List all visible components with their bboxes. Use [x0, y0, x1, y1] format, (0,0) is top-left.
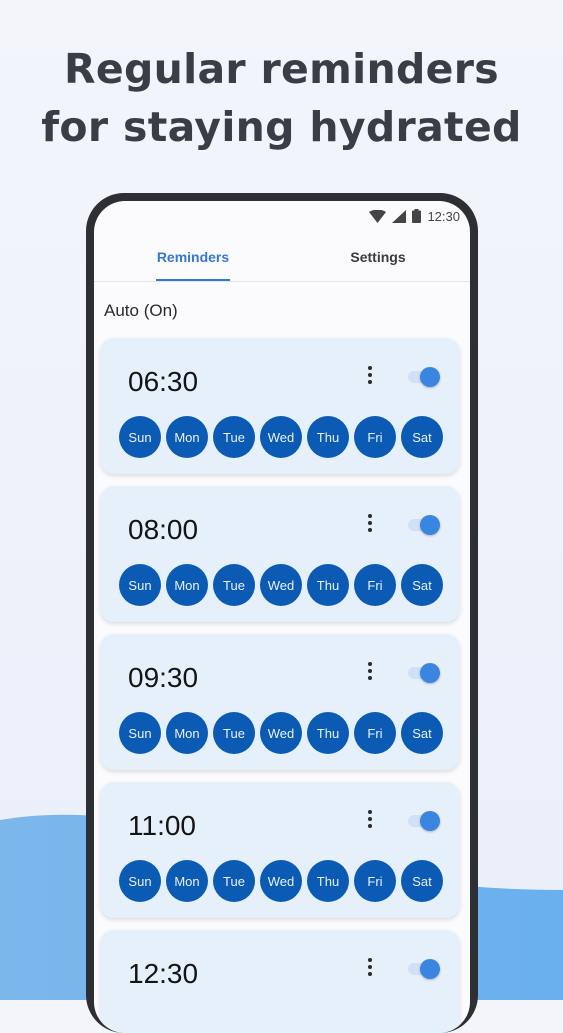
reminder-time[interactable]: 06:30 — [128, 366, 198, 398]
day-chip-sat[interactable]: Sat — [401, 564, 443, 606]
more-options-icon[interactable] — [366, 662, 374, 682]
day-chip-fri[interactable]: Fri — [354, 860, 396, 902]
day-chip-sun[interactable]: Sun — [119, 416, 161, 458]
reminder-toggle[interactable] — [406, 513, 442, 537]
day-chip-wed[interactable]: Wed — [260, 416, 302, 458]
more-options-icon[interactable] — [366, 366, 374, 386]
day-chip-thu[interactable]: Thu — [307, 860, 349, 902]
day-chip-sat[interactable]: Sat — [401, 860, 443, 902]
day-chip-sat[interactable]: Sat — [401, 712, 443, 754]
day-chip-thu[interactable]: Thu — [307, 564, 349, 606]
toggle-thumb — [420, 367, 440, 387]
day-chip-thu[interactable]: Thu — [307, 712, 349, 754]
day-selector: Sun Mon Tue Wed Thu Fri Sat — [119, 416, 443, 458]
day-selector: Sun Mon Tue Wed Thu Fri Sat — [119, 564, 443, 606]
day-chip-fri[interactable]: Fri — [354, 416, 396, 458]
day-chip-mon[interactable]: Mon — [166, 712, 208, 754]
day-chip-mon[interactable]: Mon — [166, 416, 208, 458]
toggle-thumb — [420, 811, 440, 831]
reminder-time[interactable]: 08:00 — [128, 514, 198, 546]
day-chip-mon[interactable]: Mon — [166, 564, 208, 606]
active-tab-indicator — [156, 279, 230, 281]
reminder-card: 12:30 — [100, 930, 460, 1033]
reminder-time[interactable]: 09:30 — [128, 662, 198, 694]
reminder-card: 09:30 Sun Mon Tue Wed Thu Fri Sat — [100, 634, 460, 770]
day-chip-sun[interactable]: Sun — [119, 712, 161, 754]
day-chip-tue[interactable]: Tue — [213, 860, 255, 902]
more-options-icon[interactable] — [366, 514, 374, 534]
reminder-toggle[interactable] — [406, 365, 442, 389]
day-chip-sat[interactable]: Sat — [401, 416, 443, 458]
battery-icon — [412, 209, 422, 223]
headline-line-2: for staying hydrated — [41, 103, 522, 151]
reminder-toggle[interactable] — [406, 661, 442, 685]
day-chip-wed[interactable]: Wed — [260, 712, 302, 754]
reminder-card: 11:00 Sun Mon Tue Wed Thu Fri Sat — [100, 782, 460, 918]
status-bar: 12:30 — [369, 205, 460, 227]
toggle-thumb — [420, 959, 440, 979]
reminder-card: 06:30 Sun Mon Tue Wed Thu Fri Sat — [100, 338, 460, 474]
day-chip-thu[interactable]: Thu — [307, 416, 349, 458]
auto-mode-label: Auto (On) — [104, 301, 178, 320]
reminder-time[interactable]: 12:30 — [128, 958, 198, 990]
day-chip-tue[interactable]: Tue — [213, 712, 255, 754]
day-chip-sun[interactable]: Sun — [119, 564, 161, 606]
day-chip-wed[interactable]: Wed — [260, 564, 302, 606]
tab-bar: Reminders Settings — [94, 237, 470, 282]
toggle-thumb — [420, 663, 440, 683]
more-options-icon[interactable] — [366, 958, 374, 978]
toggle-thumb — [420, 515, 440, 535]
more-options-icon[interactable] — [366, 810, 374, 830]
day-chip-fri[interactable]: Fri — [354, 564, 396, 606]
promo-headline: Regular reminders for staying hydrated — [0, 40, 563, 156]
day-chip-tue[interactable]: Tue — [213, 564, 255, 606]
day-selector: Sun Mon Tue Wed Thu Fri Sat — [119, 712, 443, 754]
status-time: 12:30 — [427, 208, 460, 224]
cellular-signal-icon — [392, 209, 407, 223]
day-chip-mon[interactable]: Mon — [166, 860, 208, 902]
day-chip-tue[interactable]: Tue — [213, 416, 255, 458]
day-chip-wed[interactable]: Wed — [260, 860, 302, 902]
tab-settings[interactable]: Settings — [338, 249, 418, 265]
wifi-icon — [369, 209, 387, 223]
day-chip-fri[interactable]: Fri — [354, 712, 396, 754]
day-selector: Sun Mon Tue Wed Thu Fri Sat — [119, 860, 443, 902]
day-chip-sun[interactable]: Sun — [119, 860, 161, 902]
reminder-time[interactable]: 11:00 — [128, 810, 196, 842]
reminder-toggle[interactable] — [406, 809, 442, 833]
app-screen: 12:30 Reminders Settings Auto (On) 06:30… — [94, 201, 470, 1033]
headline-line-1: Regular reminders — [64, 45, 499, 93]
reminder-toggle[interactable] — [406, 957, 442, 981]
reminder-card: 08:00 Sun Mon Tue Wed Thu Fri Sat — [100, 486, 460, 622]
tab-reminders[interactable]: Reminders — [156, 249, 230, 265]
phone-frame: 12:30 Reminders Settings Auto (On) 06:30… — [86, 193, 478, 1033]
